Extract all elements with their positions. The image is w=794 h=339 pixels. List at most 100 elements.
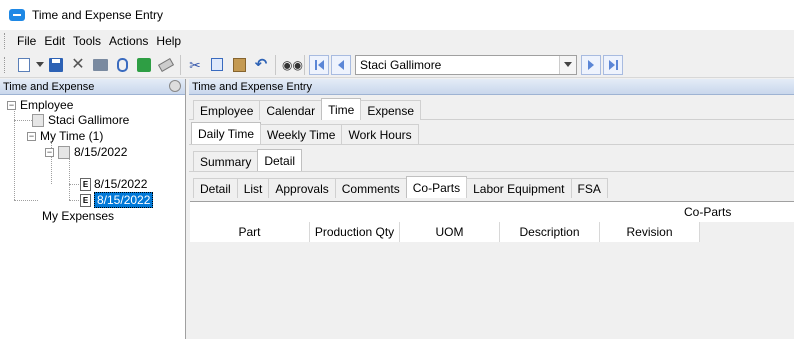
toolbar-separator (180, 54, 181, 75)
menu-edit[interactable]: Edit (40, 34, 69, 48)
find-button[interactable]: ◉◉ (279, 54, 303, 76)
previous-record-button[interactable] (331, 54, 351, 75)
menu-grip[interactable] (4, 33, 7, 49)
main-tabs: Employee Calendar Time Expense (193, 98, 422, 120)
employee-select[interactable]: Staci Gallimore (355, 54, 577, 75)
tab-co-parts[interactable]: Co-Parts (405, 176, 468, 198)
column-header-part[interactable]: Part (190, 222, 310, 242)
tab-weekly-time[interactable]: Weekly Time (260, 124, 343, 144)
chevron-down-icon (36, 62, 44, 67)
clear-button[interactable] (155, 54, 177, 76)
tab-approvals[interactable]: Approvals (268, 178, 336, 198)
toolbar-grip[interactable] (4, 56, 7, 73)
cut-button[interactable]: ✂ (184, 54, 206, 76)
last-record-button[interactable] (603, 54, 623, 75)
attach-button[interactable] (111, 54, 133, 76)
paste-icon (232, 57, 246, 72)
tab-detail-detail[interactable]: Detail (193, 178, 238, 198)
tab-expense[interactable]: Expense (360, 100, 422, 120)
tree-panel-header: Time and Expense (0, 79, 185, 95)
new-dropdown-button[interactable] (35, 54, 45, 76)
delete-button[interactable]: ✕ (67, 54, 89, 76)
collapse-icon[interactable]: − (7, 100, 16, 110)
app-icon (9, 9, 25, 21)
tab-time[interactable]: Time (321, 98, 362, 120)
menu-help[interactable]: Help (152, 34, 185, 48)
column-header-production-qty[interactable]: Production Qty (310, 222, 400, 242)
tab-employee[interactable]: Employee (193, 100, 261, 120)
tab-summary[interactable]: Summary (193, 151, 259, 171)
scissors-icon: ✂ (189, 56, 201, 73)
collapse-icon[interactable]: − (27, 131, 36, 141)
tab-daily-time[interactable]: Daily Time (191, 122, 262, 144)
tab-work-hours[interactable]: Work Hours (341, 124, 419, 144)
copy-button[interactable] (206, 54, 228, 76)
column-header-revision[interactable]: Revision (600, 222, 700, 242)
undo-button[interactable]: ↶ (250, 54, 272, 76)
co-parts-grid[interactable]: Co-Parts Part Production Qty UOM Descrip… (190, 201, 794, 339)
tree-node-label: Staci Gallimore (48, 113, 130, 127)
menu-file[interactable]: File (13, 34, 40, 48)
eraser-icon (157, 57, 175, 72)
tree-line (14, 200, 38, 201)
time-tabs: Daily Time Weekly Time Work Hours (191, 122, 419, 144)
entry-icon: E (80, 193, 91, 207)
first-record-button[interactable] (309, 54, 329, 75)
tab-list[interactable]: List (236, 178, 270, 198)
grid-band-title: Co-Parts (684, 205, 732, 219)
copy-icon (211, 58, 223, 71)
tree-node-employee-name[interactable]: Staci Gallimore (32, 112, 129, 128)
tree-node-employee[interactable]: − Employee (7, 97, 73, 113)
book-button[interactable] (89, 54, 111, 76)
next-record-button[interactable] (581, 54, 601, 75)
chevron-down-icon (564, 62, 572, 67)
tree-node-date-group[interactable]: − 8/15/2022 (45, 144, 127, 160)
tree-line (14, 108, 15, 200)
arrow-left-icon (338, 59, 344, 70)
tree-node-my-expenses[interactable]: My Expenses (42, 208, 114, 224)
paste-button[interactable] (228, 54, 250, 76)
tree-node-time-entry[interactable]: E 8/15/2022 (80, 176, 147, 192)
tree-line (14, 120, 32, 121)
column-header-description[interactable]: Description (500, 222, 600, 242)
first-icon (314, 59, 317, 70)
tree-panel-title: Time and Expense (3, 80, 95, 93)
tab-divider (189, 171, 794, 172)
employee-select-value: Staci Gallimore (360, 57, 442, 72)
tree-node-time-entry-selected[interactable]: E 8/15/2022 (80, 192, 154, 208)
folder-icon (58, 145, 70, 159)
entry-icon: E (80, 177, 91, 191)
menu-tools[interactable]: Tools (69, 34, 105, 48)
view-tabs: Summary Detail (193, 149, 303, 171)
tab-labor-equipment[interactable]: Labor Equipment (466, 178, 572, 198)
tree-panel: Time and Expense − Employee Staci Gallim… (0, 79, 186, 339)
undo-icon: ↶ (254, 55, 268, 73)
tab-comments[interactable]: Comments (334, 178, 407, 198)
save-icon (49, 57, 63, 72)
employee-select-dropdown[interactable] (559, 55, 576, 74)
toolbar: ✕ ✂ ↶ ◉◉ Staci Gallimore (0, 52, 794, 78)
tab-divider (189, 144, 794, 145)
toolbar-separator (304, 54, 305, 75)
menu-actions[interactable]: Actions (105, 34, 152, 48)
collapse-icon[interactable]: − (45, 147, 54, 157)
tree-line (69, 200, 79, 201)
toolbar-separator (275, 54, 276, 75)
arrow-right-icon (588, 59, 594, 70)
pin-icon[interactable] (169, 80, 181, 92)
save-button[interactable] (45, 54, 67, 76)
window-title: Time and Expense Entry (32, 8, 163, 22)
book-icon (92, 58, 108, 71)
refresh-icon (137, 57, 151, 72)
column-header-uom[interactable]: UOM (400, 222, 500, 242)
tree-node-label: 8/15/2022 (74, 145, 128, 159)
tree-node-my-time[interactable]: − My Time (1) (27, 128, 103, 144)
delete-icon: ✕ (71, 55, 85, 73)
new-button[interactable] (13, 54, 35, 76)
title-bar: Time and Expense Entry (0, 0, 794, 30)
tree-node-label: 8/15/2022 (94, 192, 154, 208)
refresh-button[interactable] (133, 54, 155, 76)
tab-calendar[interactable]: Calendar (259, 100, 323, 120)
tab-fsa[interactable]: FSA (570, 178, 608, 198)
tab-detail[interactable]: Detail (257, 149, 303, 171)
